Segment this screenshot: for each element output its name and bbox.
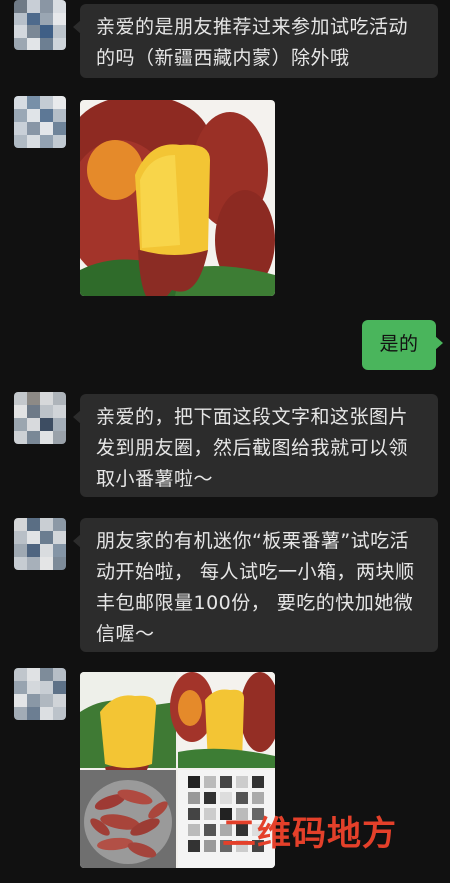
contact-avatar[interactable] <box>14 392 66 444</box>
message-bubble-4[interactable]: 亲爱的，把下面这段文字和这张图片发到朋友圈，然后截图给我就可以领取小番薯啦～ <box>73 394 438 497</box>
chat-window: 亲爱的是朋友推荐过来参加试吃活动的吗（新疆西藏内蒙）除外哦 是的 亲爱的，把下面… <box>0 0 450 883</box>
message-text: 朋友家的有机迷你“板栗番薯”试吃活动开始啦， 每人试吃一小箱，两块顺丰包邮限量1… <box>96 530 415 645</box>
contact-avatar[interactable] <box>14 96 66 148</box>
watermark-text: 二维码地方 <box>222 814 397 854</box>
contact-avatar[interactable] <box>14 518 66 570</box>
message-text: 亲爱的是朋友推荐过来参加试吃活动的吗（新疆西藏内蒙）除外哦 <box>96 16 409 69</box>
contact-avatar[interactable] <box>14 668 66 720</box>
message-bubble-5[interactable]: 朋友家的有机迷你“板栗番薯”试吃活动开始啦， 每人试吃一小箱，两块顺丰包邮限量1… <box>73 518 438 652</box>
sweet-potato-photo[interactable] <box>80 100 275 296</box>
message-text: 亲爱的，把下面这段文字和这张图片发到朋友圈，然后截图给我就可以领取小番薯啦～ <box>96 406 409 490</box>
message-bubble-1[interactable]: 亲爱的是朋友推荐过来参加试吃活动的吗（新疆西藏内蒙）除外哦 <box>73 4 438 78</box>
contact-avatar[interactable] <box>14 0 66 50</box>
message-text: 是的 <box>379 333 419 355</box>
sweet-potato-image <box>80 100 275 296</box>
message-bubble-3[interactable]: 是的 <box>362 320 443 370</box>
